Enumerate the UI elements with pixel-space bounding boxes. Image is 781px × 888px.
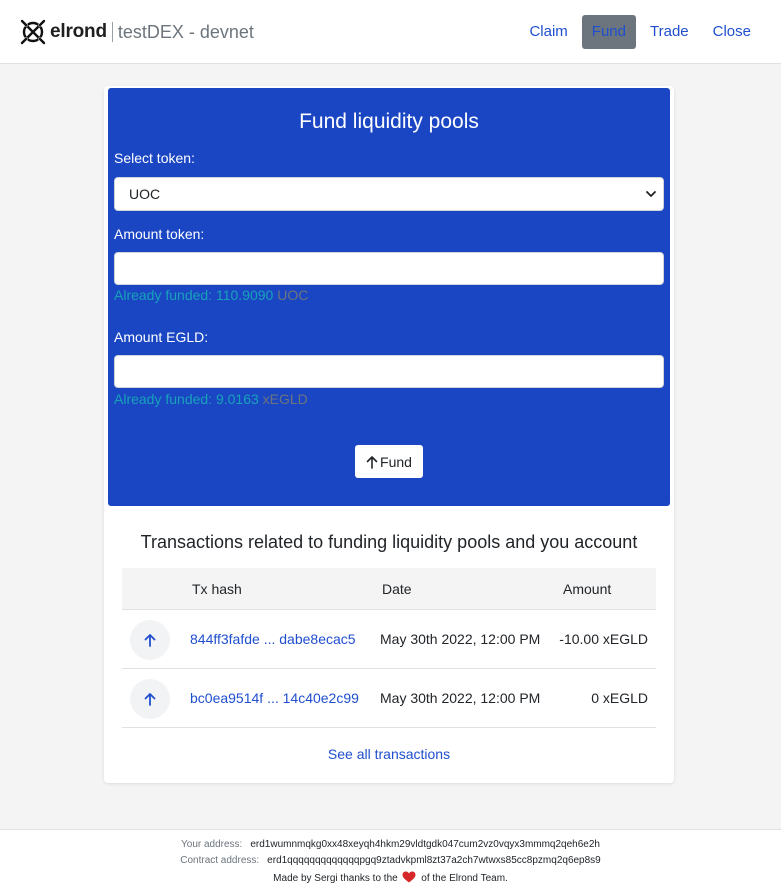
credits-prefix: Made by Sergi thanks to the bbox=[273, 873, 398, 884]
amount-egld-input[interactable] bbox=[114, 355, 664, 388]
tx-date: May 30th 2022, 12:00 PM bbox=[380, 631, 541, 647]
top-navbar: elrond testDEX - devnet Claim Fund Trade… bbox=[0, 0, 781, 64]
arrow-up-icon bbox=[144, 693, 156, 706]
table-row: bc0ea9514f ... 14c40e2c99 May 30th 2022,… bbox=[122, 669, 656, 728]
transactions-title: Transactions related to funding liquidit… bbox=[140, 532, 638, 552]
tx-hash-link[interactable]: bc0ea9514f ... 14c40e2c99 bbox=[190, 690, 359, 706]
tx-date: May 30th 2022, 12:00 PM bbox=[380, 690, 541, 706]
egld-funded-unit: xEGLD bbox=[262, 391, 308, 407]
table-row: 844ff3fafde ... dabe8ecac5 May 30th 2022… bbox=[122, 610, 656, 669]
fund-card: Fund liquidity pools Select token: UOC A… bbox=[104, 86, 674, 783]
fund-button-label: Fund bbox=[380, 453, 412, 470]
fund-button[interactable]: Fund bbox=[355, 445, 423, 478]
amount-token-input[interactable] bbox=[114, 252, 664, 285]
your-address-line: Your address: erd1wumnmqkg0xx48xeyqh4hkm2… bbox=[0, 839, 781, 850]
arrow-up-icon bbox=[366, 455, 378, 469]
amount-token-label: Amount token: bbox=[114, 226, 205, 242]
form-title: Fund liquidity pools bbox=[299, 110, 479, 133]
nav-claim-link[interactable]: Claim bbox=[519, 15, 577, 49]
tx-direction-badge bbox=[130, 620, 170, 660]
arrow-up-icon bbox=[144, 634, 156, 647]
nav-links: Claim Fund Trade Close bbox=[515, 15, 761, 49]
column-date: Date bbox=[382, 581, 412, 597]
see-all-transactions-link[interactable]: See all transactions bbox=[104, 746, 674, 762]
credits-suffix: of the Elrond Team. bbox=[421, 873, 508, 884]
amount-egld-label: Amount EGLD: bbox=[114, 329, 209, 345]
table-header: Tx hash Date Amount bbox=[122, 568, 656, 610]
heart-icon bbox=[402, 871, 416, 883]
contract-address-label: Contract address: bbox=[180, 855, 260, 866]
app-title: testDEX - devnet bbox=[117, 21, 254, 42]
nav-close-link[interactable]: Close bbox=[703, 15, 761, 49]
column-tx-hash: Tx hash bbox=[192, 581, 242, 597]
contract-address-value: erd1qqqqqqqqqqqqqpgq9ztadvkpml8zt37a2ch7… bbox=[267, 855, 601, 866]
brand-divider bbox=[111, 22, 113, 42]
nav-fund-link[interactable]: Fund bbox=[581, 15, 636, 49]
fund-form-panel: Fund liquidity pools Select token: UOC A… bbox=[108, 88, 670, 506]
your-address-label: Your address: bbox=[181, 839, 243, 850]
footer: Your address: erd1wumnmqkg0xx48xeyqh4hkm2… bbox=[0, 829, 781, 888]
elrond-logo-icon bbox=[20, 19, 46, 45]
select-token-label: Select token: bbox=[114, 150, 195, 166]
brand[interactable]: elrond testDEX - devnet bbox=[20, 18, 254, 46]
chevron-down-icon bbox=[646, 191, 656, 197]
your-address-value: erd1wumnmqkg0xx48xeyqh4hkm29vldtgdk047cu… bbox=[250, 839, 600, 850]
tx-direction-badge bbox=[130, 679, 170, 719]
token-funded-amount: Already funded: 110.9090 bbox=[114, 287, 274, 303]
credits-line: Made by Sergi thanks to the of the Elron… bbox=[0, 871, 781, 884]
egld-funded-amount: Already funded: 9.0163 bbox=[114, 391, 259, 407]
token-select-value: UOC bbox=[129, 186, 161, 202]
tx-amount: 0 xEGLD bbox=[591, 690, 648, 706]
token-funded-hint: Already funded: 110.9090 UOC bbox=[114, 287, 308, 303]
transactions-table: Tx hash Date Amount 844ff3fafde ... dabe… bbox=[122, 568, 656, 728]
brand-name: elrond bbox=[50, 21, 107, 42]
token-select[interactable]: UOC bbox=[114, 177, 664, 211]
token-funded-unit: UOC bbox=[277, 287, 309, 303]
tx-amount: -10.00 xEGLD bbox=[559, 631, 648, 647]
contract-address-line: Contract address: erd1qqqqqqqqqqqqqpgq9zt… bbox=[0, 855, 781, 866]
column-amount: Amount bbox=[563, 581, 612, 597]
nav-trade-link[interactable]: Trade bbox=[640, 15, 699, 49]
tx-hash-link[interactable]: 844ff3fafde ... dabe8ecac5 bbox=[190, 631, 356, 647]
egld-funded-hint: Already funded: 9.0163 xEGLD bbox=[114, 391, 308, 407]
